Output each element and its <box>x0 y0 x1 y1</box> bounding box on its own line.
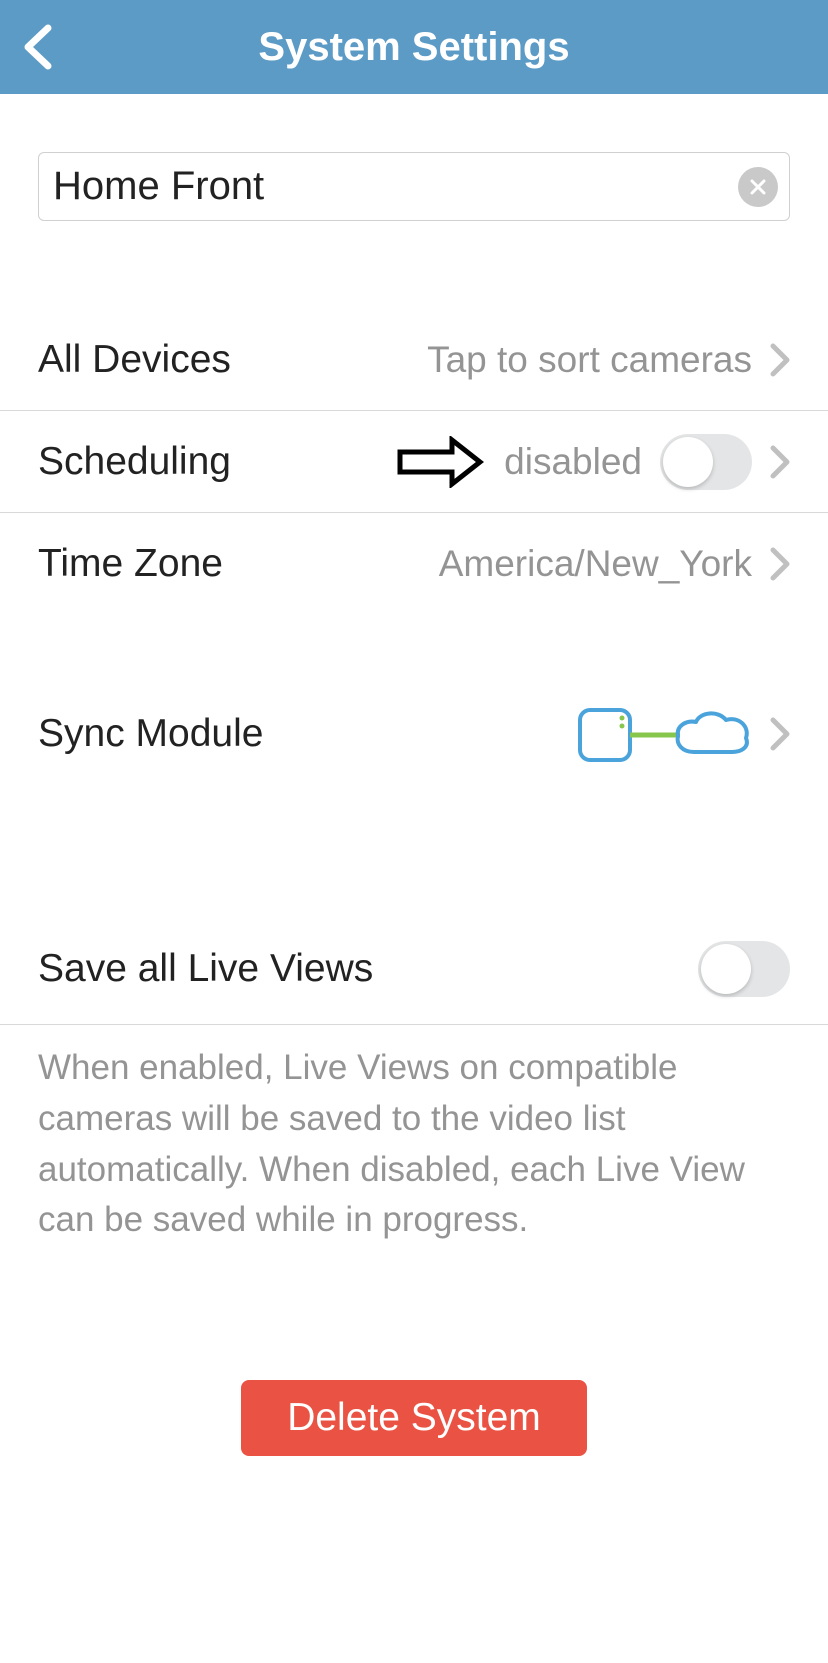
close-icon <box>748 177 768 197</box>
toggle-knob <box>663 437 713 487</box>
chevron-right-icon <box>770 445 790 479</box>
scheduling-value: disabled <box>504 441 642 483</box>
system-name-input[interactable] <box>38 152 790 221</box>
sync-module-label: Sync Module <box>38 712 263 756</box>
save-live-views-label: Save all Live Views <box>38 947 373 991</box>
delete-system-button[interactable]: Delete System <box>241 1380 587 1456</box>
timezone-value: America/New_York <box>439 543 752 585</box>
chevron-right-icon <box>770 717 790 751</box>
clear-input-button[interactable] <box>738 167 778 207</box>
toggle-knob <box>701 944 751 994</box>
timezone-label: Time Zone <box>38 542 223 586</box>
chevron-left-icon <box>22 24 54 70</box>
save-live-views-row: Save all Live Views <box>0 913 828 1025</box>
save-live-views-description: When enabled, Live Views on compatible c… <box>0 1025 828 1246</box>
all-devices-value: Tap to sort cameras <box>427 339 752 381</box>
timezone-row[interactable]: Time Zone America/New_York <box>0 513 828 615</box>
sync-module-cloud-icon <box>576 704 752 764</box>
save-live-views-toggle[interactable] <box>698 941 790 997</box>
scheduling-row[interactable]: Scheduling disabled <box>0 411 828 513</box>
back-button[interactable] <box>22 24 54 70</box>
chevron-right-icon <box>770 547 790 581</box>
page-title: System Settings <box>0 25 828 70</box>
system-name-row <box>38 152 790 221</box>
scheduling-toggle[interactable] <box>660 434 752 490</box>
chevron-right-icon <box>770 343 790 377</box>
header: System Settings <box>0 0 828 94</box>
all-devices-label: All Devices <box>38 338 231 382</box>
annotation-arrow-icon <box>396 436 484 488</box>
sync-module-row[interactable]: Sync Module <box>0 683 828 785</box>
scheduling-label: Scheduling <box>38 440 231 484</box>
all-devices-row[interactable]: All Devices Tap to sort cameras <box>0 309 828 411</box>
